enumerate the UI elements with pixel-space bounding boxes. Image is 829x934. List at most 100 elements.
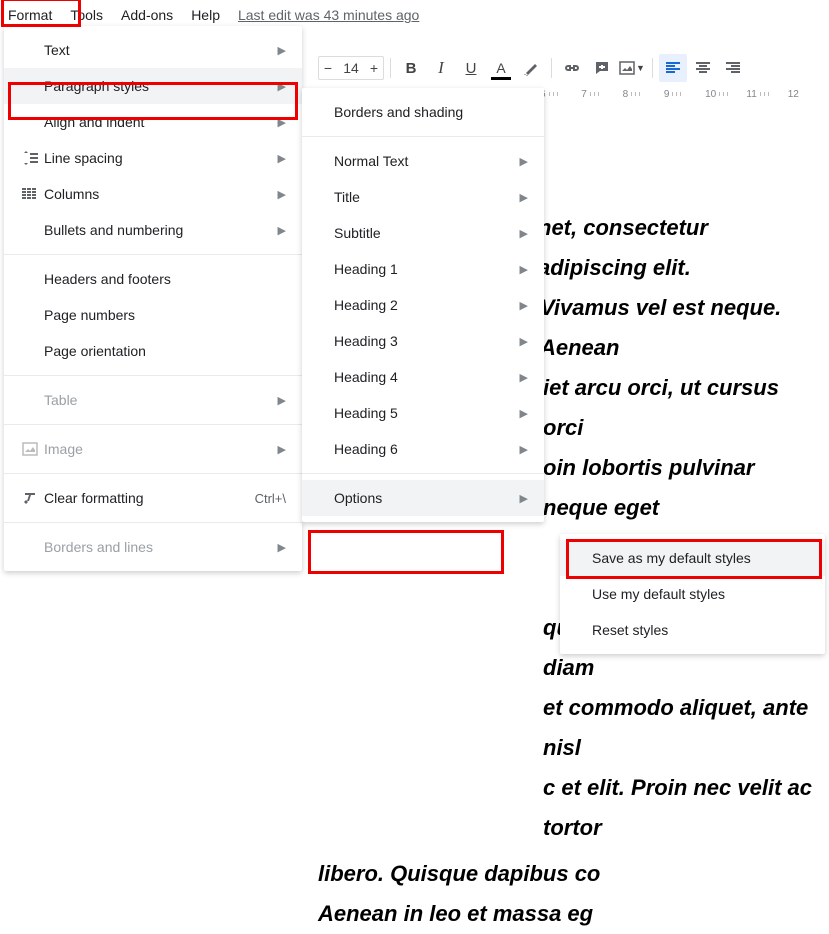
menu-separator	[4, 473, 302, 474]
submenu-arrow-icon: ▶	[278, 224, 286, 237]
ruler-num: 12	[788, 89, 799, 100]
menu-item-heading-1[interactable]: Heading 1 ▶	[302, 251, 544, 287]
font-size-value[interactable]: 14	[337, 60, 365, 76]
menu-item-heading-4[interactable]: Heading 4 ▶	[302, 359, 544, 395]
paragraph-styles-submenu: Borders and shading Normal Text ▶ Title …	[302, 88, 544, 522]
menu-item-save-default-styles[interactable]: Save as my default styles	[560, 540, 825, 576]
menu-format[interactable]: Format	[0, 3, 60, 27]
last-edit-link[interactable]: Last edit was 43 minutes ago	[238, 7, 419, 23]
line-spacing-icon	[22, 151, 44, 165]
doc-line: Aenean in leo et massa eg	[318, 894, 821, 934]
format-menu: Text ▶ Paragraph styles ▶ Align and inde…	[4, 26, 302, 571]
menu-item-table: Table ▶	[4, 382, 302, 418]
menu-item-label: Borders and shading	[334, 104, 528, 120]
submenu-arrow-icon: ▶	[520, 227, 528, 240]
menu-item-align-indent[interactable]: Align and indent ▶	[4, 104, 302, 140]
menu-item-heading-6[interactable]: Heading 6 ▶	[302, 431, 544, 467]
menu-item-label: Line spacing	[44, 150, 262, 166]
options-submenu: Save as my default styles Use my default…	[560, 534, 825, 654]
menu-item-paragraph-styles[interactable]: Paragraph styles ▶	[4, 68, 302, 104]
image-icon	[619, 61, 635, 75]
menu-item-label: Use my default styles	[592, 586, 809, 602]
submenu-arrow-icon: ▶	[520, 155, 528, 168]
menu-separator	[302, 473, 544, 474]
font-size-decrease[interactable]: −	[319, 60, 337, 76]
menu-item-label: Heading 5	[334, 405, 504, 421]
align-right-button[interactable]	[719, 54, 747, 82]
menu-item-label: Headers and footers	[44, 271, 286, 287]
menu-item-label: Save as my default styles	[592, 550, 809, 566]
dropdown-arrow-icon: ▼	[636, 63, 645, 73]
menu-item-use-default-styles[interactable]: Use my default styles	[560, 576, 825, 612]
menu-item-columns[interactable]: Columns ▶	[4, 176, 302, 212]
ruler-num: 10	[705, 89, 716, 100]
align-center-button[interactable]	[689, 54, 717, 82]
menu-separator	[4, 254, 302, 255]
menu-item-normal-text[interactable]: Normal Text ▶	[302, 143, 544, 179]
menu-item-label: Reset styles	[592, 622, 809, 638]
align-left-button[interactable]	[659, 54, 687, 82]
menu-item-reset-styles[interactable]: Reset styles	[560, 612, 825, 648]
menu-addons[interactable]: Add-ons	[113, 3, 181, 27]
menu-item-borders-shading[interactable]: Borders and shading	[302, 94, 544, 130]
doc-line: libero. Quisque dapibus co	[318, 854, 821, 894]
menu-item-label: Heading 1	[334, 261, 504, 277]
menu-item-headers-footers[interactable]: Headers and footers	[4, 261, 302, 297]
ruler: 6 7 8 9 10 11 12	[540, 86, 829, 102]
menu-item-label: Paragraph styles	[44, 78, 262, 94]
add-comment-button[interactable]	[588, 54, 616, 82]
menu-item-label: Table	[44, 392, 262, 408]
submenu-arrow-icon: ▶	[278, 188, 286, 201]
separator	[551, 58, 552, 78]
menu-item-clear-formatting[interactable]: Clear formatting Ctrl+\	[4, 480, 302, 516]
menu-item-label: Normal Text	[334, 153, 504, 169]
menu-separator	[4, 424, 302, 425]
ruler-num: 8	[623, 89, 629, 100]
doc-line: c et elit. Proin nec velit ac tortor	[318, 768, 821, 848]
menu-item-label: Image	[44, 441, 262, 457]
align-left-icon	[666, 62, 680, 74]
submenu-arrow-icon: ▶	[278, 541, 286, 554]
menu-item-line-spacing[interactable]: Line spacing ▶	[4, 140, 302, 176]
menu-item-label: Text	[44, 42, 262, 58]
ruler-num: 9	[664, 89, 670, 100]
menu-item-subtitle[interactable]: Subtitle ▶	[302, 215, 544, 251]
menu-item-heading-3[interactable]: Heading 3 ▶	[302, 323, 544, 359]
bold-button[interactable]: B	[397, 54, 425, 82]
highlight-color-button[interactable]	[517, 54, 545, 82]
insert-image-button[interactable]: ▼	[618, 54, 646, 82]
underline-button[interactable]: U	[457, 54, 485, 82]
insert-link-button[interactable]	[558, 54, 586, 82]
text-color-button[interactable]: A	[487, 54, 515, 82]
menu-item-options[interactable]: Options ▶	[302, 480, 544, 516]
menu-help[interactable]: Help	[183, 3, 228, 27]
menu-item-label: Borders and lines	[44, 539, 262, 555]
menu-item-heading-5[interactable]: Heading 5 ▶	[302, 395, 544, 431]
menu-tools[interactable]: Tools	[62, 3, 111, 27]
menu-item-label: Title	[334, 189, 504, 205]
columns-icon	[22, 188, 44, 200]
menu-item-bullets[interactable]: Bullets and numbering ▶	[4, 212, 302, 248]
submenu-arrow-icon: ▶	[520, 299, 528, 312]
separator	[652, 58, 653, 78]
align-center-icon	[696, 62, 710, 74]
submenu-arrow-icon: ▶	[520, 443, 528, 456]
italic-button[interactable]: I	[427, 54, 455, 82]
menu-item-label: Columns	[44, 186, 262, 202]
submenu-arrow-icon: ▶	[278, 116, 286, 129]
submenu-arrow-icon: ▶	[520, 407, 528, 420]
comment-icon	[594, 60, 610, 76]
submenu-arrow-icon: ▶	[278, 152, 286, 165]
menu-item-page-numbers[interactable]: Page numbers	[4, 297, 302, 333]
submenu-arrow-icon: ▶	[278, 394, 286, 407]
submenu-arrow-icon: ▶	[520, 191, 528, 204]
menu-item-title[interactable]: Title ▶	[302, 179, 544, 215]
menu-separator	[302, 136, 544, 137]
separator	[390, 58, 391, 78]
menu-item-label: Options	[334, 490, 504, 506]
submenu-arrow-icon: ▶	[278, 80, 286, 93]
font-size-increase[interactable]: +	[365, 60, 383, 76]
menu-item-heading-2[interactable]: Heading 2 ▶	[302, 287, 544, 323]
menu-item-page-orientation[interactable]: Page orientation	[4, 333, 302, 369]
menu-item-text[interactable]: Text ▶	[4, 32, 302, 68]
